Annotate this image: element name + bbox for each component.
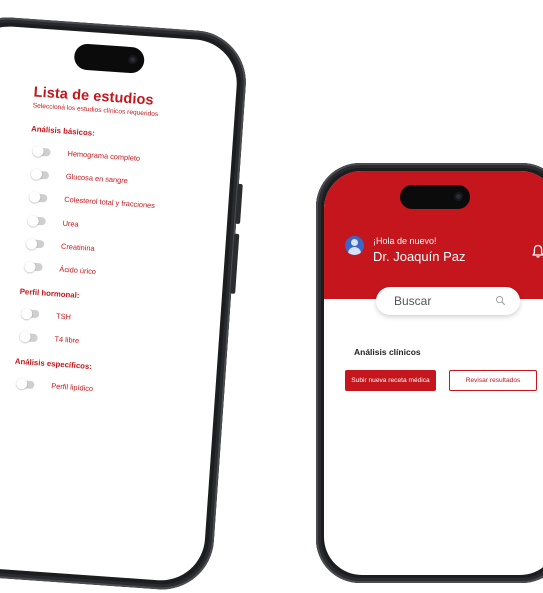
study-row[interactable]: Glucosa en sangre xyxy=(28,168,228,193)
toggle-knob xyxy=(27,214,40,227)
toggle-knob xyxy=(25,237,38,250)
toggle-knob xyxy=(19,331,32,343)
study-label: T4 libre xyxy=(54,334,80,346)
section-heading: Análisis específicos: xyxy=(14,356,93,372)
bell-icon[interactable] xyxy=(530,243,543,259)
study-list: Lista de estudios Seleccioná los estudio… xyxy=(13,84,234,402)
study-row[interactable]: Hemograma completo xyxy=(29,145,229,170)
camera-icon xyxy=(127,54,138,65)
study-label: Colesterol total y fracciones xyxy=(63,195,156,211)
toggle-switch[interactable] xyxy=(32,145,51,158)
toggle-knob xyxy=(29,191,41,204)
study-label: Glucosa en sangre xyxy=(65,171,129,186)
toggle-switch[interactable] xyxy=(24,261,43,273)
toggle-switch[interactable] xyxy=(29,191,48,204)
toggle-switch[interactable] xyxy=(25,237,45,250)
toggle-knob xyxy=(32,145,44,158)
phone-home: ¡Hola de nuevo! Dr. Joaquín Paz Buscar A… xyxy=(316,163,543,583)
dynamic-island xyxy=(400,185,470,209)
study-label: Ácido úrico xyxy=(59,264,97,277)
doctor-name: Dr. Joaquín Paz xyxy=(373,249,466,264)
phone-screen: ¡Hola de nuevo! Dr. Joaquín Paz Buscar A… xyxy=(324,171,543,575)
section-heading: Análisis básicos: xyxy=(30,124,96,138)
toggle-switch[interactable] xyxy=(30,168,50,181)
study-label: Creatinina xyxy=(60,241,95,253)
study-row[interactable]: Creatinina xyxy=(23,237,223,263)
toggle-knob xyxy=(24,261,36,273)
study-label: Perfil lipídico xyxy=(50,381,94,394)
toggle-switch[interactable] xyxy=(20,307,40,320)
toggle-switch[interactable] xyxy=(15,377,35,390)
greeting: ¡Hola de nuevo! xyxy=(373,236,437,246)
toggle-knob xyxy=(20,307,33,320)
study-label: Hemograma completo xyxy=(67,148,141,163)
study-row[interactable]: Ácido úrico xyxy=(21,261,221,286)
search-placeholder: Buscar xyxy=(394,294,432,308)
study-row[interactable]: TSH xyxy=(18,307,218,333)
toggle-knob xyxy=(30,168,43,181)
section-heading: Perfil hormonal: xyxy=(19,286,80,300)
study-row[interactable]: T4 libre xyxy=(16,331,216,356)
study-row[interactable]: Colesterol total y fracciones xyxy=(26,191,226,216)
search-icon[interactable] xyxy=(495,295,506,306)
camera-icon xyxy=(454,192,463,201)
section-title: Análisis clínicos xyxy=(354,347,421,357)
dynamic-island xyxy=(73,43,146,74)
search-input[interactable]: Buscar xyxy=(376,287,520,315)
study-label: Urea xyxy=(62,218,79,229)
study-row[interactable]: Perfil lipídico xyxy=(13,377,213,403)
toggle-switch[interactable] xyxy=(19,331,38,343)
toggle-switch[interactable] xyxy=(27,214,47,227)
user-avatar-icon[interactable] xyxy=(345,236,364,255)
phone-study-list: Lista de estudios Seleccioná los estudio… xyxy=(0,14,250,593)
phone-screen: Lista de estudios Seleccioná los estudio… xyxy=(0,23,240,584)
study-row[interactable]: Urea xyxy=(24,214,224,240)
study-label: TSH xyxy=(55,311,72,322)
